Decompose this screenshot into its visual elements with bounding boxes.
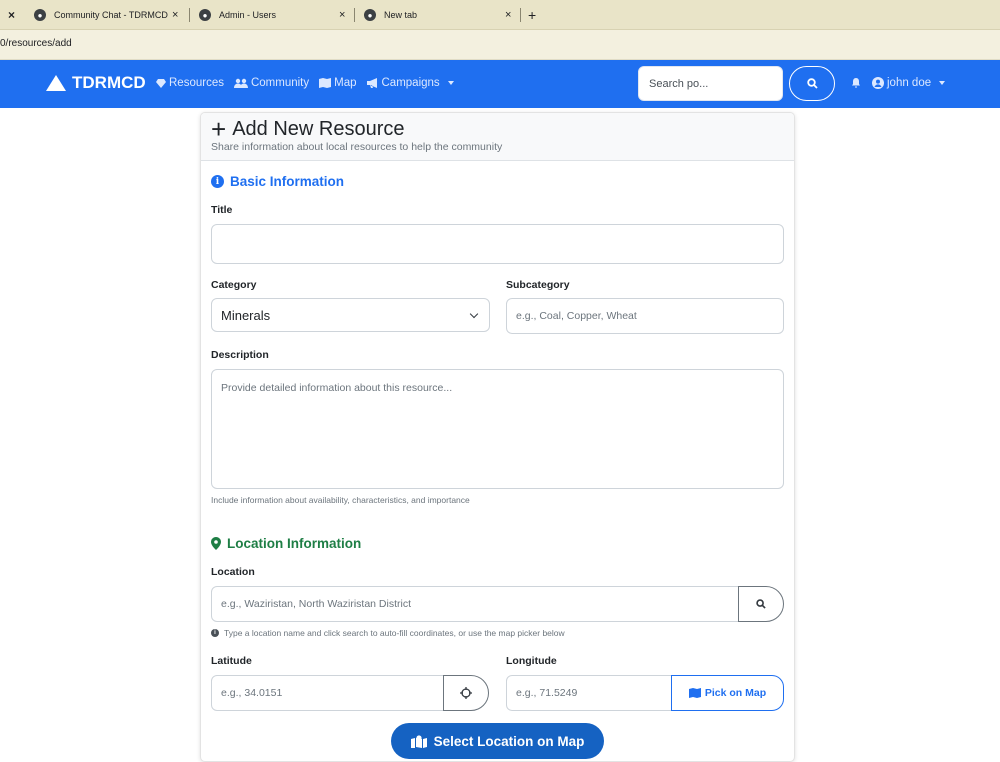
pick-on-map-button[interactable]: Pick on Map bbox=[671, 675, 784, 711]
url-text[interactable]: 0/resources/add bbox=[0, 38, 72, 49]
chevron-down-icon bbox=[469, 309, 479, 319]
location-info-heading: Location Information bbox=[211, 536, 361, 551]
nav-link-campaigns[interactable]: Campaigns bbox=[366, 77, 454, 89]
brand-logo[interactable]: TDRMCD bbox=[46, 73, 146, 93]
chevron-down-icon bbox=[939, 81, 946, 85]
search-icon bbox=[756, 599, 766, 609]
gem-icon bbox=[156, 78, 166, 88]
page-title: + Add New Resource bbox=[211, 114, 405, 144]
search-button[interactable] bbox=[789, 66, 835, 101]
chrome-icon: ● bbox=[364, 9, 376, 21]
tab-separator bbox=[189, 8, 190, 22]
tab-separator bbox=[520, 8, 521, 22]
nav-link-resources[interactable]: Resources bbox=[156, 77, 224, 89]
map-icon bbox=[319, 78, 332, 88]
latitude-label: Latitude bbox=[211, 655, 252, 667]
plus-icon: + bbox=[211, 114, 227, 144]
user-circle-icon bbox=[872, 77, 884, 89]
tab-separator bbox=[354, 8, 355, 22]
close-icon[interactable]: × bbox=[505, 9, 511, 21]
close-icon[interactable]: × bbox=[339, 9, 345, 21]
nav-links: Resources Community Map Campaigns bbox=[156, 77, 454, 89]
page-subtitle: Share information about local resources … bbox=[211, 141, 503, 153]
location-search-button[interactable] bbox=[738, 586, 784, 622]
app-navbar: TDRMCD Resources Community Map Campaigns… bbox=[0, 60, 1000, 108]
browser-tab-strip: × ● Community Chat - TDRMCD × ● Admin - … bbox=[0, 0, 1000, 30]
bullhorn-icon bbox=[366, 78, 377, 88]
search-icon bbox=[806, 78, 818, 89]
category-select[interactable]: Minerals bbox=[211, 298, 490, 332]
description-textarea[interactable]: Provide detailed information about this … bbox=[211, 369, 784, 489]
select-location-on-map-button[interactable]: Select Location on Map bbox=[391, 723, 604, 759]
description-help-text: Include information about availability, … bbox=[211, 495, 470, 505]
close-icon[interactable]: × bbox=[8, 8, 15, 22]
globe-icon: ● bbox=[34, 9, 46, 21]
description-label: Description bbox=[211, 349, 269, 361]
nav-link-map[interactable]: Map bbox=[319, 77, 357, 89]
subcategory-input[interactable]: e.g., Coal, Copper, Wheat bbox=[506, 298, 784, 334]
add-resource-card: + Add New Resource Share information abo… bbox=[200, 112, 795, 762]
category-label: Category bbox=[211, 279, 257, 291]
location-label: Location bbox=[211, 566, 255, 578]
location-help-text: i Type a location name and click search … bbox=[211, 628, 565, 638]
triangle-logo-icon bbox=[46, 75, 66, 91]
crosshairs-icon bbox=[460, 687, 472, 699]
subcategory-label: Subcategory bbox=[506, 279, 570, 291]
title-label: Title bbox=[211, 204, 233, 216]
users-icon bbox=[233, 78, 248, 88]
new-tab-button[interactable]: + bbox=[528, 0, 536, 30]
tab-community-chat[interactable]: ● Community Chat - TDRMCD × bbox=[34, 0, 194, 30]
basic-info-heading: i Basic Information bbox=[211, 174, 344, 189]
nav-link-community[interactable]: Community bbox=[233, 77, 309, 89]
card-header: + Add New Resource Share information abo… bbox=[201, 113, 794, 161]
tab-admin-users[interactable]: ● Admin - Users × bbox=[199, 0, 359, 30]
get-current-location-button[interactable] bbox=[443, 675, 489, 711]
close-icon[interactable]: × bbox=[172, 9, 178, 21]
chevron-down-icon bbox=[447, 81, 454, 85]
longitude-input[interactable]: e.g., 71.5249 bbox=[506, 675, 672, 711]
title-input[interactable] bbox=[211, 224, 784, 264]
globe-icon: ● bbox=[199, 9, 211, 21]
longitude-label: Longitude bbox=[506, 655, 557, 667]
tab-new-tab[interactable]: ● New tab × bbox=[364, 0, 524, 30]
map-icon bbox=[688, 688, 701, 698]
map-marker-icon bbox=[211, 537, 221, 550]
map-marked-icon bbox=[410, 734, 427, 748]
location-input[interactable]: e.g., Waziristan, North Waziristan Distr… bbox=[211, 586, 739, 622]
latitude-input[interactable]: e.g., 34.0151 bbox=[211, 675, 444, 711]
tab-close-active[interactable]: × bbox=[8, 0, 15, 30]
bell-icon[interactable] bbox=[851, 78, 861, 88]
info-circle-icon: i bbox=[211, 175, 224, 188]
info-circle-icon: i bbox=[211, 629, 219, 637]
user-menu[interactable]: john doe bbox=[872, 77, 946, 89]
search-input[interactable]: Search po... bbox=[638, 66, 783, 101]
address-bar[interactable]: 0/resources/add bbox=[0, 30, 1000, 60]
